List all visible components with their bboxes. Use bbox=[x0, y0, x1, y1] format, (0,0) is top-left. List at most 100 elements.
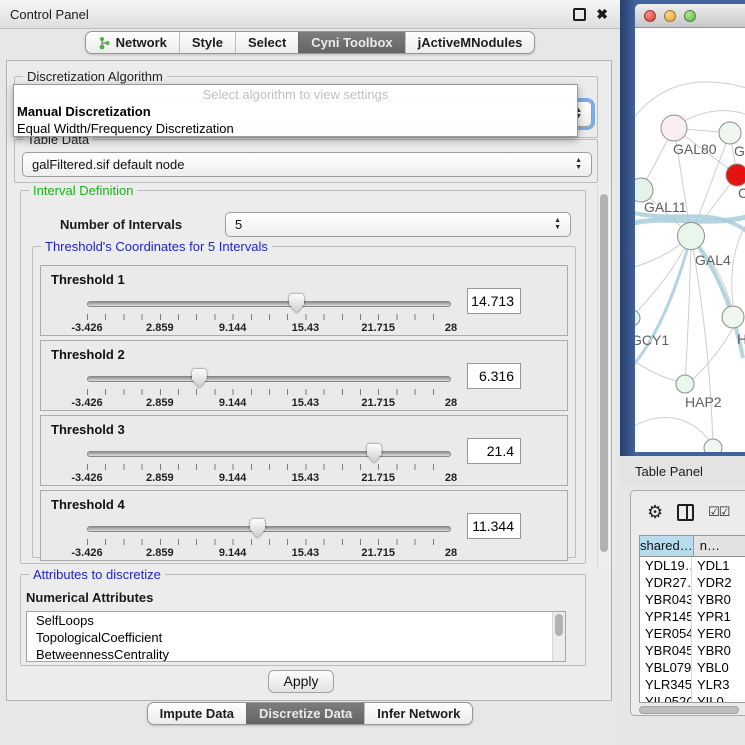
network-node-selected-red[interactable] bbox=[726, 164, 745, 186]
tab-select[interactable]: Select bbox=[235, 32, 298, 53]
cell-name[interactable]: YIL0 bbox=[692, 693, 745, 703]
network-canvas[interactable]: GAL80 GA C GAL11 GAL4 GCY1 H HAP2 bbox=[635, 28, 745, 452]
columns-icon[interactable] bbox=[677, 504, 694, 521]
cell-shared-name[interactable]: YBR045C bbox=[640, 642, 692, 659]
slider-track[interactable] bbox=[87, 376, 451, 382]
threshold-2-slider[interactable]: -3.4262.8599.14415.4321.71528 bbox=[87, 367, 451, 411]
cell-name[interactable]: YER0 bbox=[692, 625, 745, 642]
table-scrollbar-thumb[interactable] bbox=[639, 706, 739, 714]
table-horizontal-scrollbar[interactable] bbox=[639, 705, 745, 715]
tab-jactivemnodules[interactable]: jActiveMNodules bbox=[405, 32, 535, 53]
slider-thumb[interactable] bbox=[250, 519, 265, 538]
zoom-window-icon[interactable] bbox=[684, 10, 696, 22]
panel-scrollbar-thumb[interactable] bbox=[600, 194, 608, 552]
network-node-gal4[interactable] bbox=[678, 223, 705, 250]
attribute-list-item[interactable]: SelfLoops bbox=[27, 612, 565, 629]
column-header-name[interactable]: n… bbox=[694, 536, 745, 556]
tab-label: Discretize Data bbox=[259, 706, 352, 721]
network-node-right-low[interactable] bbox=[722, 306, 744, 328]
table-row[interactable]: YIL052C YIL0 bbox=[640, 693, 745, 703]
table-row[interactable]: YPR145W YPR1 bbox=[640, 608, 745, 625]
tab-impute-data[interactable]: Impute Data bbox=[148, 703, 246, 724]
cell-shared-name[interactable]: YER054C bbox=[640, 625, 692, 642]
cell-shared-name[interactable]: YLR345W bbox=[640, 676, 692, 693]
panel-vertical-scrollbar[interactable] bbox=[597, 186, 610, 568]
dropdown-option-manual-discretization[interactable]: Manual Discretization bbox=[14, 103, 577, 120]
float-window-icon[interactable] bbox=[573, 8, 586, 21]
threshold-1-value-field[interactable]: 14.713 bbox=[467, 288, 521, 314]
number-of-intervals-combobox[interactable]: 5 ▲▼ bbox=[225, 212, 571, 237]
table-data-combobox[interactable]: galFiltered.sif default node ▲▼ bbox=[22, 152, 592, 177]
slider-track[interactable] bbox=[87, 451, 451, 457]
tab-infer-network[interactable]: Infer Network bbox=[364, 703, 472, 724]
slider-thumb[interactable] bbox=[367, 444, 382, 463]
cell-shared-name[interactable]: YDR27… bbox=[640, 574, 692, 591]
tab-label: jActiveMNodules bbox=[418, 35, 523, 50]
cell-shared-name[interactable]: YIL052C bbox=[640, 693, 692, 703]
minimize-window-icon[interactable] bbox=[664, 10, 676, 22]
threshold-2-value-field[interactable]: 6.316 bbox=[467, 363, 521, 389]
cell-shared-name[interactable]: YDL19… bbox=[640, 557, 692, 574]
tab-cyni-toolbox[interactable]: Cyni Toolbox bbox=[298, 32, 404, 53]
threshold-4-value-field[interactable]: 11.344 bbox=[467, 513, 521, 539]
table-row[interactable]: YBR045C YBR0 bbox=[640, 642, 745, 659]
threshold-4-slider[interactable]: -3.4262.8599.14415.4321.71528 bbox=[87, 517, 451, 561]
slider-track[interactable] bbox=[87, 301, 451, 307]
column-header-shared-name[interactable]: shared… bbox=[640, 536, 694, 556]
network-node-gal80[interactable] bbox=[661, 115, 687, 141]
table-row[interactable]: YLR345W YLR3 bbox=[640, 676, 745, 693]
network-node-top-right[interactable] bbox=[719, 122, 741, 144]
scale-label: 21.715 bbox=[361, 322, 395, 334]
slider-ticks bbox=[87, 389, 451, 395]
cell-shared-name[interactable]: YBL079W bbox=[640, 659, 692, 676]
slider-track[interactable] bbox=[87, 526, 451, 532]
numerical-attributes-list[interactable]: SelfLoopsTopologicalCoefficientBetweenne… bbox=[26, 611, 566, 662]
slider-ticks bbox=[87, 539, 451, 545]
network-node-hap2[interactable] bbox=[676, 375, 694, 393]
close-panel-icon[interactable]: ✖ bbox=[596, 7, 608, 21]
threshold-3-slider[interactable]: -3.4262.8599.14415.4321.71528 bbox=[87, 442, 451, 486]
attributes-list-scrollbar[interactable] bbox=[552, 612, 565, 661]
select-all-checkboxes-icon[interactable]: ☑☑ bbox=[708, 504, 729, 520]
cell-name[interactable]: YBL0 bbox=[692, 659, 745, 676]
gear-icon[interactable]: ⚙ bbox=[647, 503, 663, 521]
cell-name[interactable]: YLR3 bbox=[692, 676, 745, 693]
cell-name[interactable]: YDR2 bbox=[692, 574, 745, 591]
attribute-list-item[interactable]: TopologicalCoefficient bbox=[27, 629, 565, 646]
slider-ticks bbox=[87, 314, 451, 320]
tab-style[interactable]: Style bbox=[179, 32, 235, 53]
screen: Control Panel ✖ Network bbox=[0, 0, 745, 745]
network-node-gcy1[interactable] bbox=[635, 310, 640, 326]
attributes-group-title: Attributes to discretize bbox=[29, 567, 165, 582]
table-row[interactable]: YDL19… YDL1 bbox=[640, 557, 745, 574]
cell-name[interactable]: YDL1 bbox=[692, 557, 745, 574]
scale-label: 28 bbox=[445, 547, 457, 559]
slider-thumb[interactable] bbox=[192, 369, 207, 388]
cell-name[interactable]: YBR0 bbox=[692, 591, 745, 608]
dropdown-placeholder-item[interactable]: Select algorithm to view settings bbox=[14, 85, 577, 103]
dropdown-option-equal-width[interactable]: Equal Width/Frequency Discretization bbox=[14, 120, 577, 137]
table-row[interactable]: YER054C YER0 bbox=[640, 625, 745, 642]
network-node-bottom[interactable] bbox=[704, 439, 722, 452]
tab-discretize-data[interactable]: Discretize Data bbox=[246, 703, 364, 724]
slider-thumb[interactable] bbox=[289, 294, 304, 313]
table-panel-titlebar: Table Panel bbox=[620, 456, 745, 486]
scale-label: 15.43 bbox=[292, 472, 320, 484]
table-row[interactable]: YBR043C YBR0 bbox=[640, 591, 745, 608]
attribute-list-item[interactable]: BetweennessCentrality bbox=[27, 646, 565, 662]
table-row[interactable]: YBL079W YBL0 bbox=[640, 659, 745, 676]
cell-shared-name[interactable]: YBR043C bbox=[640, 591, 692, 608]
threshold-3-value-field[interactable]: 21.4 bbox=[467, 438, 521, 464]
apply-button[interactable]: Apply bbox=[268, 670, 334, 693]
close-window-icon[interactable] bbox=[644, 10, 656, 22]
node-label-hap2: HAP2 bbox=[685, 394, 722, 410]
tab-label: Cyni Toolbox bbox=[311, 35, 392, 50]
node-label-gcy1: GCY1 bbox=[635, 332, 669, 348]
threshold-1-slider[interactable]: -3.4262.8599.14415.4321.71528 bbox=[87, 292, 451, 336]
tab-network[interactable]: Network bbox=[86, 32, 179, 53]
cell-shared-name[interactable]: YPR145W bbox=[640, 608, 692, 625]
attributes-scrollbar-thumb[interactable] bbox=[555, 614, 563, 636]
cell-name[interactable]: YBR0 bbox=[692, 642, 745, 659]
table-row[interactable]: YDR27… YDR2 bbox=[640, 574, 745, 591]
cell-name[interactable]: YPR1 bbox=[692, 608, 745, 625]
